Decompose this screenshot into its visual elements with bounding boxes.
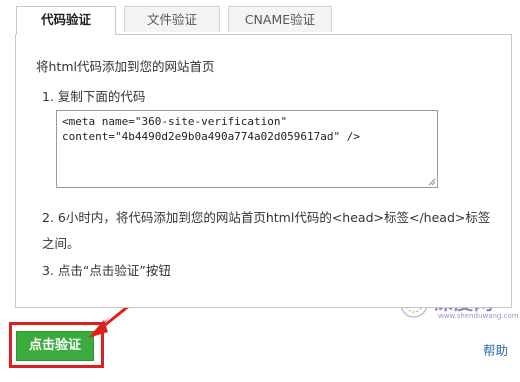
tab-bar: 代码验证 文件验证 CNAME验证	[16, 6, 340, 35]
verification-panel: 将html代码添加到您的网站首页 1. 复制下面的代码 <meta name="…	[15, 34, 512, 308]
resize-grip-icon[interactable]	[427, 177, 436, 186]
verification-code-textarea[interactable]: <meta name="360-site-verification" conte…	[56, 110, 438, 188]
step-2-text: 2. 6小时内，将代码添加到您的网站首页html代码的<head>标签</hea…	[42, 210, 491, 251]
instruction-text: 将html代码添加到您的网站首页	[36, 59, 215, 74]
code-line-1: <meta name="360-site-verification"	[62, 115, 288, 128]
tab-cname-verification[interactable]: CNAME验证	[228, 6, 332, 32]
tab-code-verification[interactable]: 代码验证	[16, 6, 116, 35]
highlight-box	[9, 322, 104, 368]
watermark-subtext: www.shenduwang.com	[438, 312, 519, 320]
step-1-text: 1. 复制下面的代码	[42, 89, 146, 104]
code-line-2: content="4b4490d2e9b0a490a774a02d059617a…	[62, 130, 361, 143]
help-link[interactable]: 帮助	[483, 340, 508, 359]
tab-file-verification[interactable]: 文件验证	[124, 6, 220, 32]
step-3-text: 3. 点击“点击验证”按钮	[42, 263, 171, 278]
